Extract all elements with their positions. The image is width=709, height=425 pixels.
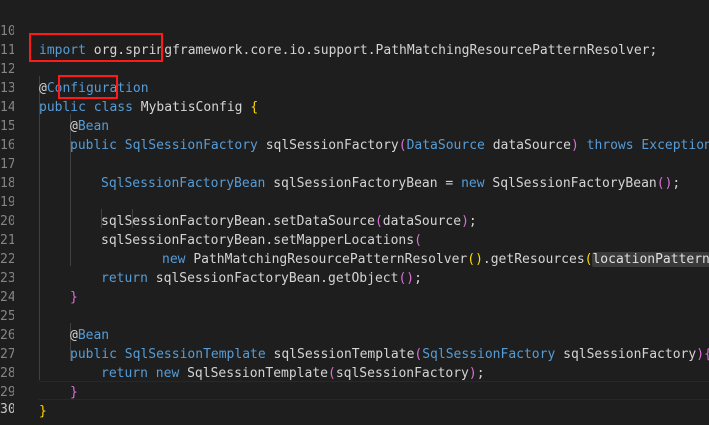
highlight-box-configuration: [29, 33, 163, 62]
code-line-23: 23 }: [0, 250, 709, 305]
code-line-26: 26 public SqlSessionTemplate sqlSessionT…: [0, 307, 709, 362]
code-line-16: 16: [0, 117, 709, 153]
code-line-15: 15 public SqlSessionFactory sqlSessionFa…: [0, 98, 709, 153]
code-line-17: 17 SqlSessionFactoryBean sqlSessionFacto…: [0, 136, 709, 191]
code-line-22: 22 return sqlSessionFactoryBean.getObjec…: [0, 231, 709, 286]
code-line-27: 27 return new SqlSessionTemplate(sqlSess…: [0, 326, 709, 381]
code-editor[interactable]: 10 import org.springframework.core.io.su…: [0, 0, 709, 425]
code-line-19: 19 sqlSessionFactoryBean.setDataSource(d…: [0, 174, 709, 229]
code-line-21: 21 new PathMatchingResourcePatternResolv…: [0, 212, 709, 267]
code-line-24: 24: [0, 269, 709, 305]
code-line-20: 20 sqlSessionFactoryBean.setMapperLocati…: [0, 193, 709, 248]
highlight-box-bean: [58, 75, 118, 99]
line-number: 30: [0, 402, 14, 417]
code-line-28: 28 }: [0, 345, 709, 400]
code-text[interactable]: }: [39, 402, 47, 421]
code-line-25: 25 @Bean: [0, 288, 709, 343]
code-line-30: 30: [0, 381, 709, 417]
code-line-10: 10 import org.springframework.core.io.su…: [0, 3, 709, 58]
code-line-18: 18: [0, 155, 709, 191]
